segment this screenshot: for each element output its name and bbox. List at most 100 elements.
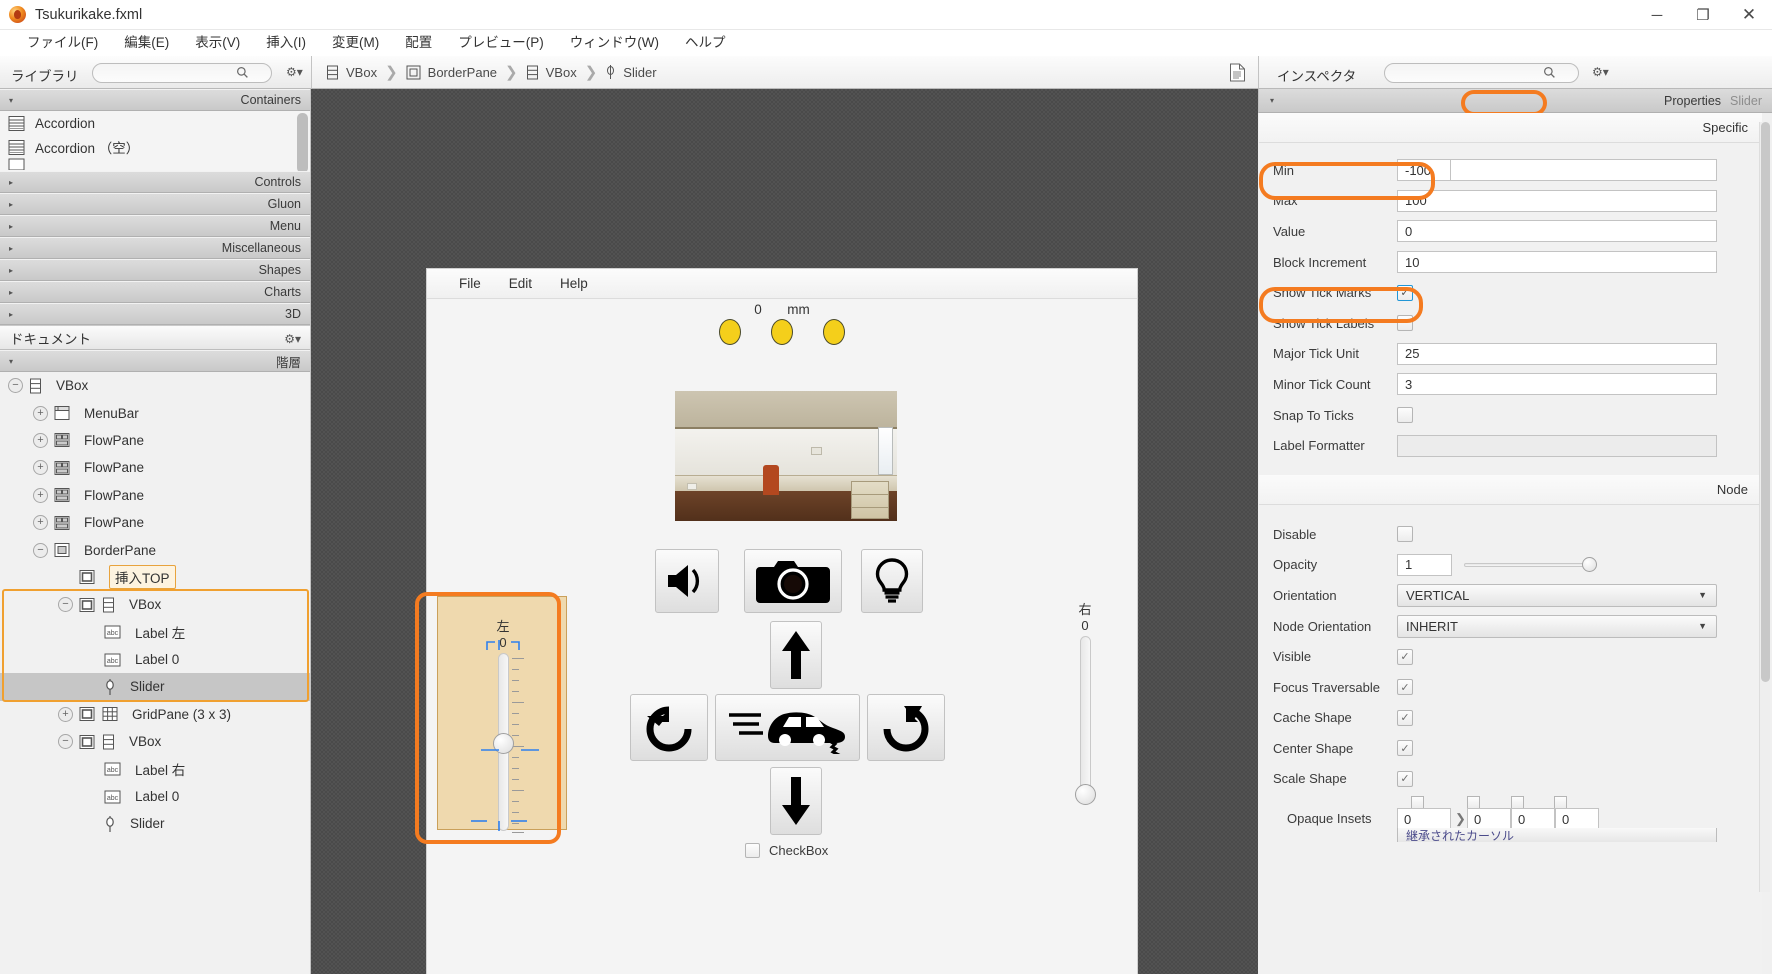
library-section-menu[interactable]: ▸ Menu bbox=[0, 215, 310, 237]
speaker-button[interactable] bbox=[655, 549, 719, 613]
car-button[interactable] bbox=[715, 694, 860, 761]
menu-file[interactable]: ファイル(F) bbox=[14, 30, 111, 56]
tree-node[interactable]: abc Label 右 bbox=[0, 755, 310, 782]
library-section-controls[interactable]: ▸ Controls bbox=[0, 171, 310, 193]
min-input-ext[interactable] bbox=[1451, 159, 1717, 182]
show-tick-marks-checkbox[interactable]: ✓ bbox=[1397, 284, 1413, 301]
minor-tick-count-input[interactable]: 3 bbox=[1397, 373, 1717, 396]
property-row-max[interactable]: Max 100 bbox=[1259, 186, 1762, 217]
library-section-miscellaneous[interactable]: ▸ Miscellaneous bbox=[0, 237, 310, 259]
library-item-list[interactable]: Accordion Accordion （空） bbox=[0, 111, 310, 171]
property-row-disable[interactable]: Disable bbox=[1259, 519, 1762, 550]
library-section-3d[interactable]: ▸ 3D bbox=[0, 303, 310, 325]
major-tick-unit-input[interactable]: 25 bbox=[1397, 342, 1717, 365]
tree-node[interactable]: + FlowPane bbox=[0, 427, 310, 454]
collapse-toggle[interactable]: − bbox=[33, 542, 48, 558]
property-row-center-shape[interactable]: Center Shape ✓ bbox=[1259, 733, 1762, 764]
expand-toggle[interactable]: + bbox=[33, 487, 48, 503]
preview-menu-edit[interactable]: Edit bbox=[495, 276, 546, 291]
tree-node[interactable]: abc Label 0 bbox=[0, 783, 310, 810]
lightbulb-button[interactable] bbox=[861, 549, 923, 613]
slider-right-track[interactable] bbox=[1079, 636, 1091, 794]
menu-arrange[interactable]: 配置 bbox=[392, 30, 445, 56]
slider-right-group[interactable]: 右 0 bbox=[1035, 599, 1135, 816]
property-row-show-tick-labels[interactable]: Show Tick Labels bbox=[1259, 308, 1762, 339]
property-row-cursor-partial[interactable]: 継承されたカーソル bbox=[1259, 828, 1762, 843]
tree-node[interactable]: + FlowPane bbox=[0, 482, 310, 509]
inspector-gear-icon[interactable]: ⚙▾ bbox=[1592, 65, 1609, 79]
breadcrumb-item-slider[interactable]: Slider bbox=[605, 64, 657, 80]
expand-toggle[interactable]: + bbox=[33, 515, 48, 531]
tree-node[interactable]: + GridPane (3 x 3) bbox=[0, 701, 310, 728]
inspector-scrollbar[interactable] bbox=[1759, 122, 1770, 892]
menu-edit[interactable]: 編集(E) bbox=[111, 30, 182, 56]
preview-menu-help[interactable]: Help bbox=[546, 276, 602, 291]
property-row-block-increment[interactable]: Block Increment 10 bbox=[1259, 247, 1762, 278]
tree-node[interactable]: Slider bbox=[0, 810, 310, 837]
menu-window[interactable]: ウィンドウ(W) bbox=[557, 30, 672, 56]
expand-toggle[interactable]: + bbox=[33, 432, 48, 448]
property-row-visible[interactable]: Visible ✓ bbox=[1259, 641, 1762, 672]
property-row-scale-shape[interactable]: Scale Shape ✓ bbox=[1259, 764, 1762, 795]
visible-checkbox[interactable]: ✓ bbox=[1397, 648, 1413, 665]
rotate-cw-button[interactable] bbox=[867, 694, 945, 761]
snap-to-ticks-checkbox[interactable] bbox=[1397, 407, 1413, 424]
checkbox-row[interactable]: CheckBox bbox=[745, 843, 828, 858]
max-input[interactable]: 100 bbox=[1397, 189, 1717, 212]
show-tick-labels-checkbox[interactable] bbox=[1397, 315, 1413, 332]
preview-checkbox[interactable] bbox=[745, 843, 760, 858]
library-section-gluon[interactable]: ▸ Gluon bbox=[0, 193, 310, 215]
node-orientation-dropdown[interactable]: INHERIT ▼ bbox=[1397, 614, 1717, 638]
expand-toggle[interactable]: + bbox=[33, 460, 48, 476]
property-row-min[interactable]: Min -100 bbox=[1259, 155, 1762, 186]
property-row-cache-shape[interactable]: Cache Shape ✓ bbox=[1259, 703, 1762, 734]
cache-shape-checkbox[interactable]: ✓ bbox=[1397, 709, 1413, 726]
tree-node[interactable]: − VBox bbox=[0, 728, 310, 755]
library-section-charts[interactable]: ▸ Charts bbox=[0, 281, 310, 303]
library-section-containers[interactable]: ▾ Containers bbox=[0, 89, 310, 111]
library-item-accordion-empty[interactable]: Accordion （空） bbox=[0, 135, 310, 159]
camera-button[interactable] bbox=[744, 549, 842, 613]
expand-toggle[interactable]: + bbox=[58, 706, 73, 722]
fxml-preview-stage[interactable]: File Edit Help 0 mm CheckBox 左 0 右 0 bbox=[427, 269, 1137, 974]
menu-preview[interactable]: プレビュー(P) bbox=[445, 30, 557, 56]
value-input[interactable]: 0 bbox=[1397, 220, 1717, 243]
breadcrumb-item-borderpane[interactable]: BorderPane bbox=[406, 65, 497, 80]
preview-menu-file[interactable]: File bbox=[445, 276, 495, 291]
menu-modify[interactable]: 変更(M) bbox=[319, 30, 392, 56]
menu-insert[interactable]: 挿入(I) bbox=[253, 30, 319, 56]
property-row-value[interactable]: Value 0 bbox=[1259, 216, 1762, 247]
document-icon[interactable] bbox=[1229, 63, 1246, 82]
property-row-focus-traversable[interactable]: Focus Traversable ✓ bbox=[1259, 672, 1762, 703]
rotate-ccw-button[interactable] bbox=[630, 694, 708, 761]
library-section-shapes[interactable]: ▸ Shapes bbox=[0, 259, 310, 281]
disable-checkbox[interactable] bbox=[1397, 526, 1413, 543]
property-row-opacity[interactable]: Opacity 1 bbox=[1259, 550, 1762, 581]
document-gear-icon[interactable]: ⚙▾ bbox=[284, 332, 301, 346]
library-scrollbar-thumb[interactable] bbox=[297, 113, 308, 171]
property-row-label-formatter[interactable]: Label Formatter bbox=[1259, 430, 1762, 461]
inspector-body[interactable]: Specific Min -100 Max 100 Value 0 Block … bbox=[1259, 113, 1762, 974]
tree-node[interactable]: − BorderPane bbox=[0, 536, 310, 563]
tree-node[interactable]: + FlowPane bbox=[0, 454, 310, 481]
inspector-search-input[interactable] bbox=[1384, 63, 1579, 83]
tree-node[interactable]: + FlowPane bbox=[0, 509, 310, 536]
cursor-dropdown[interactable]: 継承されたカーソル bbox=[1397, 828, 1717, 843]
down-button[interactable] bbox=[770, 767, 822, 835]
design-canvas[interactable]: File Edit Help 0 mm CheckBox 左 0 右 0 bbox=[311, 89, 1258, 974]
tree-node[interactable]: abc Label 0 bbox=[0, 646, 310, 673]
center-shape-checkbox[interactable]: ✓ bbox=[1397, 740, 1413, 757]
inspector-scrollbar-thumb[interactable] bbox=[1761, 122, 1770, 682]
breadcrumb-item-vbox-1[interactable]: VBox bbox=[326, 65, 377, 80]
up-button[interactable] bbox=[770, 621, 822, 689]
breadcrumb-item-vbox-2[interactable]: VBox bbox=[526, 65, 577, 80]
tree-node[interactable]: abc Label 左 bbox=[0, 619, 310, 646]
library-item-partial[interactable] bbox=[0, 158, 310, 170]
library-gear-icon[interactable]: ⚙▾ bbox=[286, 65, 303, 79]
collapse-toggle[interactable]: − bbox=[8, 378, 23, 394]
slider-right-thumb[interactable] bbox=[1074, 784, 1096, 805]
property-row-minor-tick-count[interactable]: Minor Tick Count 3 bbox=[1259, 369, 1762, 400]
collapse-toggle[interactable]: − bbox=[58, 597, 73, 613]
property-row-node-orientation[interactable]: Node Orientation INHERIT ▼ bbox=[1259, 611, 1762, 642]
library-search-input[interactable] bbox=[92, 63, 272, 83]
